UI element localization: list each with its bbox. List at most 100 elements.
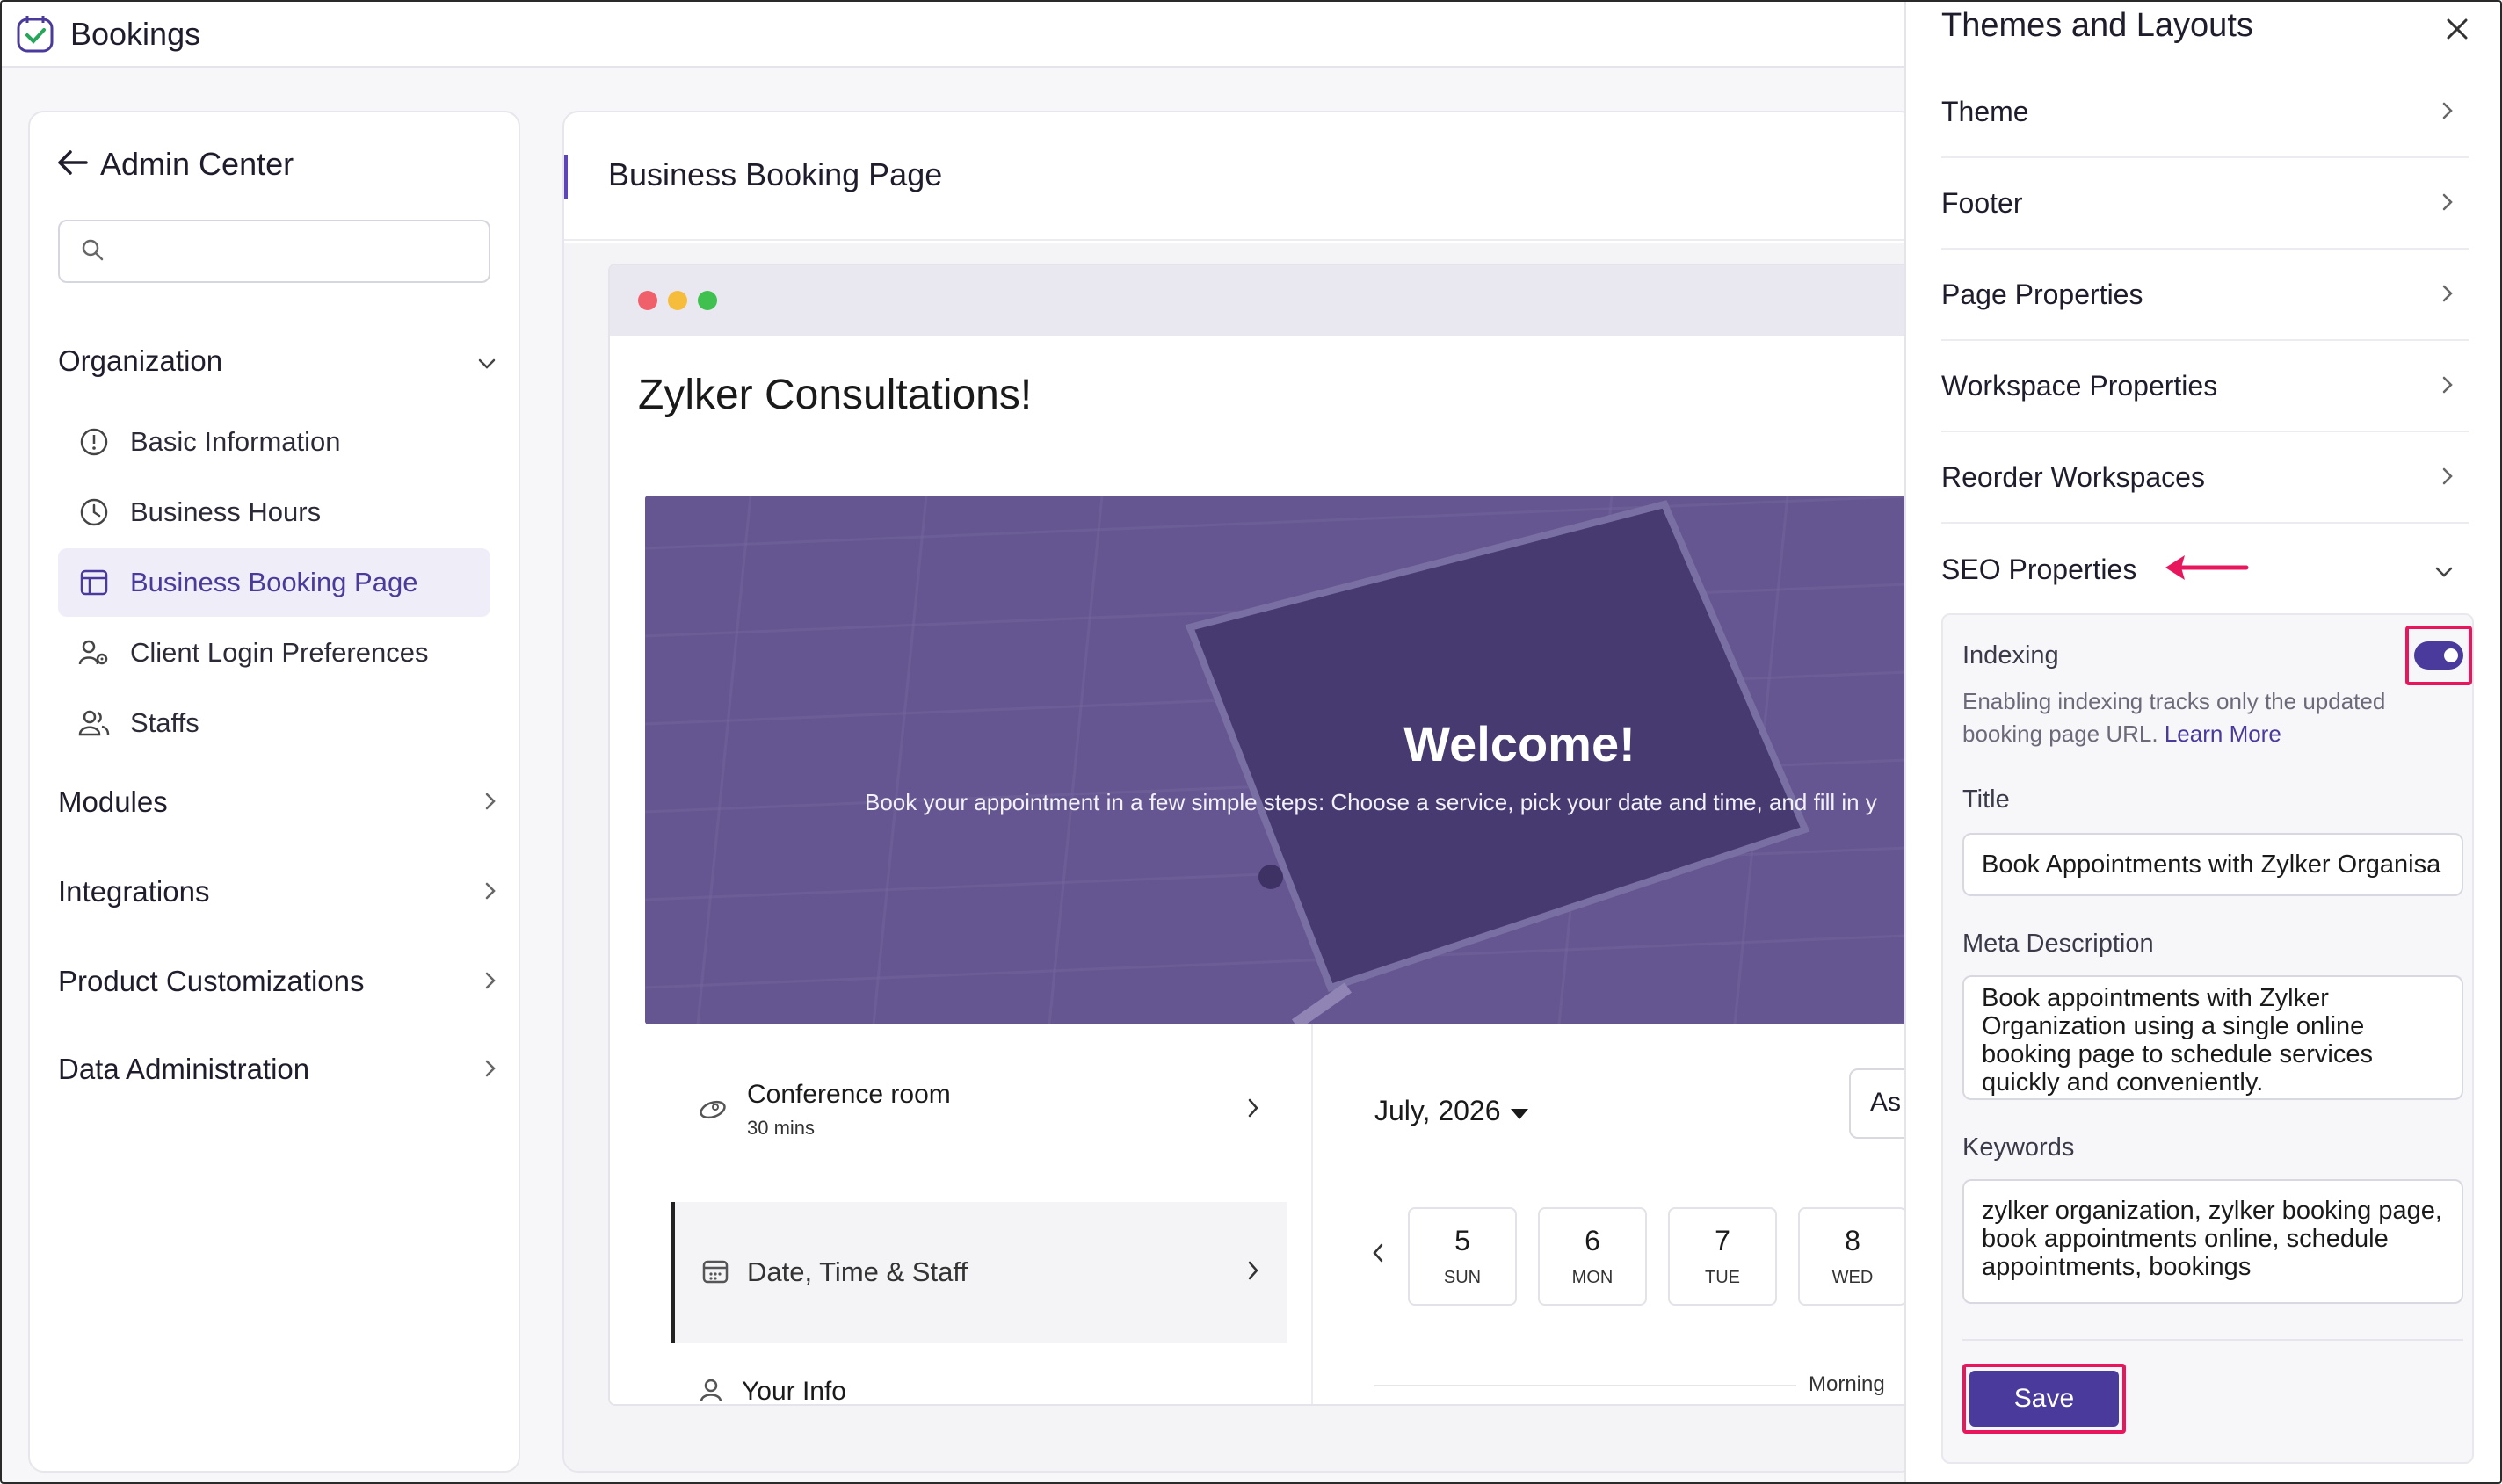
- panel-header: Business Booking Page: [564, 112, 1914, 241]
- users-icon: [77, 706, 111, 740]
- step-duration: 30 mins: [747, 1117, 816, 1139]
- chevron-right-icon[interactable]: [1246, 1256, 1260, 1290]
- sidebar-item-label: Business Hours: [130, 496, 322, 527]
- drawer-row-workspace-properties[interactable]: Workspace Properties: [1941, 341, 2469, 432]
- sidebar-item-staffs[interactable]: Staffs: [58, 689, 490, 757]
- sidebar-item-label: Basic Information: [130, 426, 341, 457]
- keywords-label: Keywords: [1962, 1133, 2075, 1162]
- chevron-right-icon[interactable]: [1246, 1093, 1260, 1127]
- indexing-toggle[interactable]: [2414, 641, 2463, 670]
- chevron-down-icon[interactable]: [476, 344, 497, 378]
- divider: [1374, 1385, 1796, 1386]
- learn-more-link[interactable]: Learn More: [2165, 720, 2281, 747]
- section-organization[interactable]: Organization: [58, 344, 497, 378]
- sidebar-item-basic-information[interactable]: Basic Information: [58, 408, 490, 476]
- month-selector[interactable]: July, 2026: [1374, 1095, 1529, 1127]
- drawer-row-footer[interactable]: Footer: [1941, 158, 2469, 250]
- chevron-right-icon[interactable]: [2440, 370, 2455, 402]
- day-number: 7: [1715, 1225, 1730, 1256]
- info-circle-icon: [77, 425, 111, 459]
- service-icon: [698, 1095, 728, 1126]
- day-weekday: MON: [1571, 1268, 1614, 1287]
- chevron-right-icon[interactable]: [483, 965, 497, 998]
- chevron-right-icon[interactable]: [2440, 187, 2455, 220]
- close-icon[interactable]: [2444, 7, 2470, 51]
- keywords-textarea[interactable]: zylker organization, zylker booking page…: [1962, 1179, 2463, 1304]
- chevron-right-icon[interactable]: [2440, 96, 2455, 128]
- app-window: Bookings Admin Center Organization Basic…: [0, 0, 2502, 1484]
- sidebar-item-label: Client Login Preferences: [130, 637, 429, 668]
- drawer-row-label: Reorder Workspaces: [1941, 460, 2205, 493]
- section-product-customizations[interactable]: Product Customizations: [58, 965, 497, 998]
- meta-description-textarea[interactable]: Book appointments with Zylker Organizati…: [1962, 975, 2463, 1100]
- drawer-row-label: SEO Properties: [1941, 553, 2137, 585]
- section-data-administration[interactable]: Data Administration: [58, 1053, 497, 1086]
- admin-sidebar: Admin Center Organization Basic Informat…: [28, 111, 520, 1473]
- hero-banner: Welcome! Book your appointment in a few …: [645, 496, 1914, 1024]
- chevron-right-icon[interactable]: [2440, 279, 2455, 311]
- step-your-info[interactable]: Your Info: [671, 1374, 1287, 1405]
- title-input[interactable]: Book Appointments with Zylker Organisa: [1962, 833, 2463, 896]
- admin-center-title: Admin Center: [100, 146, 294, 182]
- drawer-row-label: Workspace Properties: [1941, 369, 2218, 402]
- indexing-label: Indexing: [1962, 641, 2059, 670]
- drawer-row-theme[interactable]: Theme: [1941, 67, 2469, 158]
- window-minimize-dot-icon: [668, 291, 687, 310]
- calendar-section: July, 2026 As 5 SUN 6 MON 7 TUE 8 WED Mo…: [1313, 1024, 1914, 1404]
- caret-down-icon[interactable]: [1510, 1095, 1529, 1127]
- sidebar-search[interactable]: [58, 220, 490, 283]
- section-integrations[interactable]: Integrations: [58, 875, 497, 908]
- search-input[interactable]: [116, 237, 468, 265]
- booking-page-panel: Business Booking Page Zylker Consultatio…: [562, 111, 1916, 1473]
- day-tile[interactable]: 7 TUE: [1668, 1207, 1777, 1306]
- section-label: Organization: [58, 344, 223, 377]
- user-settings-icon: [77, 636, 111, 670]
- day-weekday: WED: [1831, 1268, 1874, 1287]
- chevron-right-icon[interactable]: [483, 875, 497, 908]
- chevron-left-icon[interactable]: [1371, 1235, 1385, 1272]
- step-label: Date, Time & Staff: [747, 1256, 968, 1287]
- chevron-right-icon[interactable]: [483, 785, 497, 819]
- save-button[interactable]: Save: [1969, 1371, 2119, 1427]
- indexing-help-text: Enabling indexing tracks only the update…: [1962, 685, 2455, 750]
- drawer-row-page-properties[interactable]: Page Properties: [1941, 250, 2469, 341]
- step-label: Conference room: [747, 1080, 951, 1109]
- chevron-right-icon[interactable]: [483, 1053, 497, 1086]
- divider: [1962, 1339, 2463, 1341]
- day-number: 8: [1845, 1225, 1860, 1256]
- hero-title: Welcome!: [1403, 716, 1635, 771]
- day-tile[interactable]: 8 WED: [1798, 1207, 1907, 1306]
- search-icon: [81, 238, 104, 265]
- day-number: 6: [1585, 1225, 1600, 1256]
- window-close-dot-icon: [638, 291, 657, 310]
- day-tile[interactable]: 6 MON: [1538, 1207, 1647, 1306]
- chevron-right-icon[interactable]: [2440, 461, 2455, 494]
- sidebar-item-label: Staffs: [130, 707, 199, 738]
- section-modules[interactable]: Modules: [58, 785, 497, 819]
- booking-page-preview: Zylker Consultations! Welcome! Book your…: [608, 264, 1914, 1406]
- title-label: Title: [1962, 785, 2010, 814]
- sidebar-item-client-login-preferences[interactable]: Client Login Preferences: [58, 619, 490, 687]
- sidebar-item-business-hours[interactable]: Business Hours: [58, 478, 490, 547]
- browser-chrome: [610, 265, 1914, 336]
- step-date-time-staff[interactable]: Date, Time & Staff: [671, 1202, 1287, 1343]
- drawer-row-label: Page Properties: [1941, 278, 2143, 310]
- section-label: Modules: [58, 785, 168, 818]
- sidebar-item-label: Business Booking Page: [130, 567, 418, 597]
- day-number: 5: [1454, 1225, 1470, 1256]
- back-to-admin-center[interactable]: Admin Center: [56, 146, 294, 183]
- page-layout-icon: [77, 566, 111, 599]
- day-weekday: SUN: [1443, 1268, 1482, 1287]
- chevron-down-icon[interactable]: [2433, 554, 2455, 586]
- step-service[interactable]: Conference room 30 mins: [671, 1070, 1287, 1149]
- drawer-row-reorder-workspaces[interactable]: Reorder Workspaces: [1941, 432, 2469, 524]
- top-bar: Bookings: [2, 2, 1904, 68]
- arrow-left-icon[interactable]: [56, 149, 88, 180]
- clock-icon: [77, 496, 111, 529]
- user-icon: [698, 1377, 724, 1405]
- bookings-logo-icon: [14, 13, 56, 55]
- save-button-highlight: Save: [1962, 1364, 2126, 1434]
- drawer-row-label: Theme: [1941, 95, 2029, 127]
- sidebar-item-business-booking-page[interactable]: Business Booking Page: [58, 548, 490, 617]
- day-tile[interactable]: 5 SUN: [1408, 1207, 1517, 1306]
